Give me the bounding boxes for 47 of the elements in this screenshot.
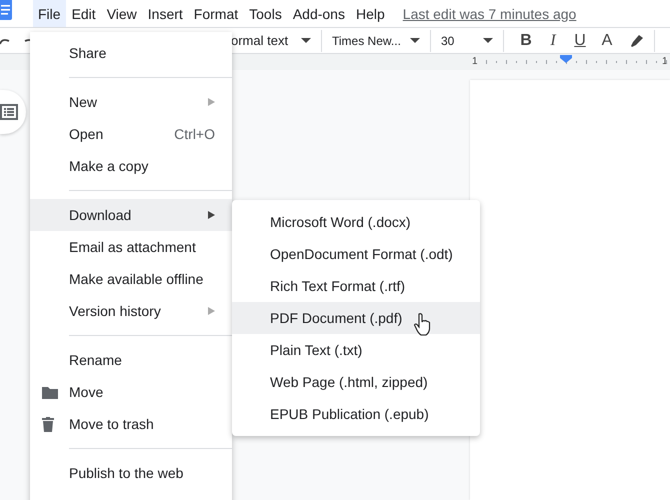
dropdown-caret-icon (410, 38, 420, 43)
menu-item[interactable]: Add-ons (288, 0, 350, 27)
menu-item[interactable]: PDF Document (.pdf) (232, 302, 480, 334)
docs-logo-icon[interactable] (0, 0, 12, 20)
font-dropdown[interactable]: Times New... (332, 34, 420, 48)
menu-item[interactable]: View (102, 0, 142, 27)
menu-item[interactable]: Move to trash (30, 408, 232, 440)
menu-item[interactable]: Help (350, 0, 390, 27)
menu-item[interactable]: Plain Text (.txt) (232, 334, 480, 366)
trash-icon (42, 416, 54, 432)
menu-item[interactable]: Microsoft Word (.docx) (232, 206, 480, 238)
menu-item[interactable]: New (30, 86, 232, 118)
menu-item[interactable]: Open Ctrl+O (30, 118, 232, 150)
ruler-number: 1 (472, 56, 478, 67)
menu-item[interactable]: Publish to the web (30, 457, 232, 489)
menu-item[interactable]: Format (188, 0, 244, 27)
menu-item[interactable]: Download (30, 199, 232, 231)
dropdown-caret-icon (301, 38, 311, 43)
last-edit-link[interactable]: Last edit was 7 minutes ago (402, 6, 576, 22)
text-color-button[interactable]: A (601, 32, 613, 50)
shortcut-label: Ctrl+O (174, 126, 215, 142)
indent-marker-icon (560, 55, 572, 63)
menu-item[interactable]: Version history (30, 295, 232, 327)
bold-button[interactable]: B (520, 32, 532, 50)
menu-item[interactable]: Web Page (.html, zipped) (232, 366, 480, 398)
menu-item[interactable]: File (33, 0, 66, 27)
menu-item[interactable]: Tools (244, 0, 287, 27)
menu-item[interactable]: Edit (66, 0, 101, 27)
menu-item[interactable]: Share (30, 37, 232, 69)
outline-button[interactable] (0, 90, 26, 134)
menu-item[interactable]: Move (30, 376, 232, 408)
menu-item[interactable]: Make available offline (30, 263, 232, 295)
underline-button[interactable]: U (574, 32, 586, 50)
menu-item[interactable]: Make a copy (30, 150, 232, 182)
list-icon (0, 104, 18, 120)
style-dropdown[interactable]: ormal text (231, 33, 311, 48)
highlighter-icon (628, 33, 644, 48)
dropdown-caret-icon (483, 38, 493, 43)
menu-item[interactable]: Insert (142, 0, 188, 27)
italic-button[interactable]: I (547, 32, 559, 50)
menu-item[interactable]: EPUB Publication (.epub) (232, 398, 480, 430)
font-size-dropdown[interactable]: 30 (441, 34, 493, 48)
menu-item[interactable]: Rich Text Format (.rtf) (232, 270, 480, 302)
menu-item[interactable]: Email as attachment (30, 231, 232, 263)
folder-icon (42, 384, 58, 400)
menu-item[interactable]: OpenDocument Format (.odt) (232, 238, 480, 270)
menu-item[interactable]: Rename (30, 344, 232, 376)
